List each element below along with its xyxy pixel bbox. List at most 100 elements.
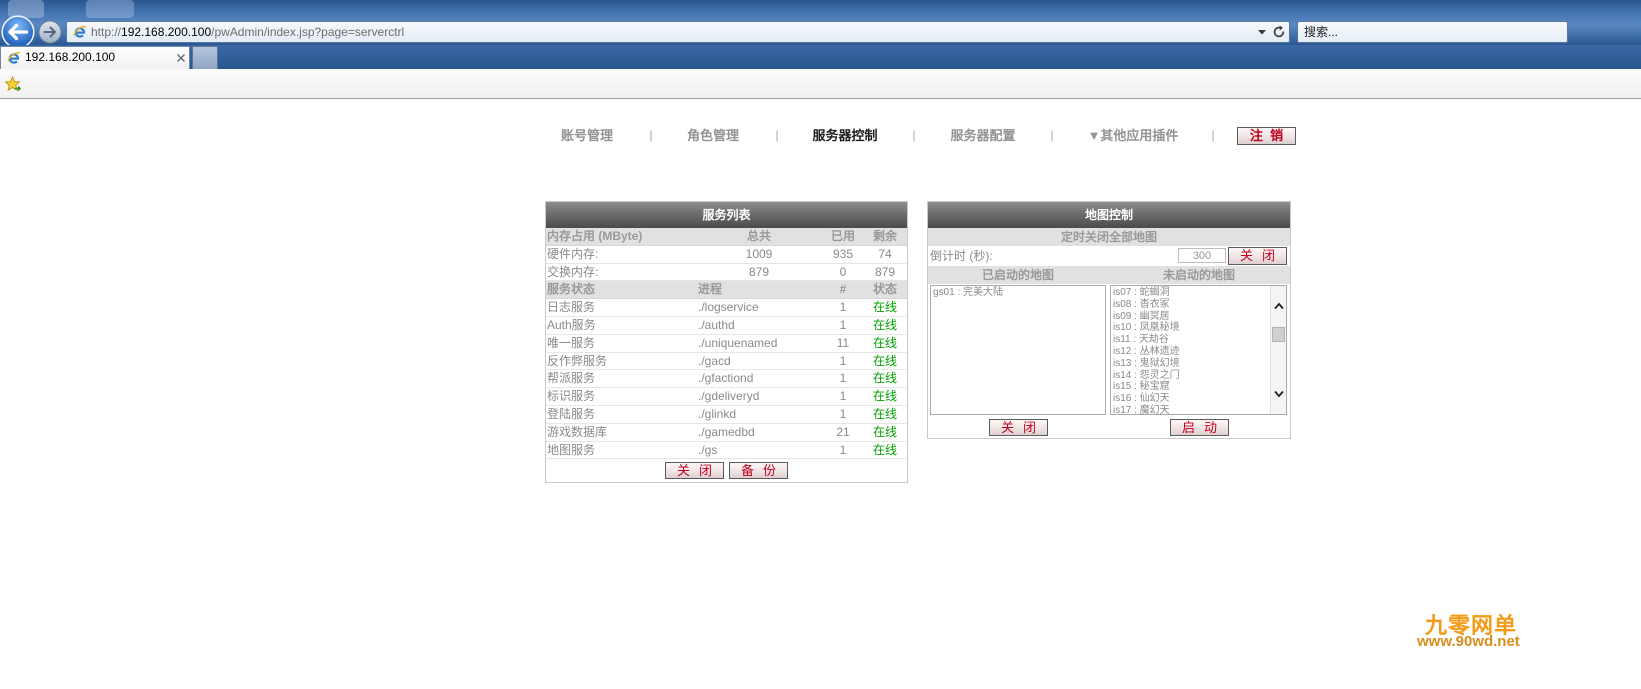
- service-process: ./gs: [698, 442, 718, 457]
- timed-close-title: 定时关闭全部地图: [928, 228, 1290, 246]
- close-map-button[interactable]: 关闭: [989, 419, 1048, 436]
- memory-total-header: 总共: [746, 229, 771, 243]
- service-row: 标识服务 ./gdeliveryd 1 在线: [546, 388, 907, 406]
- browser-title-bar: http://192.168.200.100/pwAdmin/index.jsp…: [0, 0, 1641, 49]
- list-item[interactable]: is11 : 天劫谷: [1111, 334, 1286, 346]
- memory-used: 0: [839, 264, 847, 279]
- url-path: /pwAdmin/index.jsp?page=serverctrl: [211, 25, 405, 39]
- service-count: 11: [836, 335, 850, 350]
- watermark-url: www.90wd.net: [1417, 633, 1520, 650]
- tab-active[interactable]: 192.168.200.100: [0, 46, 190, 69]
- countdown-label: 倒计时 (秒):: [930, 249, 993, 263]
- start-map-button[interactable]: 启动: [1170, 419, 1229, 436]
- map-lists-header: 已启动的地图 未启动的地图: [928, 266, 1290, 284]
- nav-item-other-plugins[interactable]: ▼其他应用插件: [1068, 127, 1198, 144]
- list-item[interactable]: is08 : 杳衣冢: [1111, 299, 1286, 311]
- started-maps-list[interactable]: gs01 : 完美大陆: [930, 285, 1106, 415]
- backup-button[interactable]: 备份: [729, 462, 788, 480]
- service-count-header: #: [839, 282, 847, 297]
- url-host: 192.168.200.100: [121, 25, 212, 39]
- nav-item-server-config[interactable]: 服务器配置: [933, 127, 1033, 144]
- ie-favicon-icon: [7, 51, 21, 64]
- favorites-star-icon[interactable]: [5, 76, 21, 92]
- service-count: 21: [836, 424, 850, 439]
- back-arrow-icon: [1, 15, 35, 49]
- service-status: 在线: [872, 335, 897, 350]
- service-count: 1: [839, 317, 847, 332]
- forward-button[interactable]: [38, 20, 62, 44]
- list-item[interactable]: is07 : 蛇蝎洞: [1111, 287, 1286, 299]
- list-item[interactable]: is10 : 凤凰秘境: [1111, 322, 1286, 334]
- scroll-down-icon[interactable]: [1273, 386, 1285, 402]
- memory-header-row: 内存占用 (MByte) 总共 已用 剩余: [546, 228, 907, 246]
- stopped-maps-list[interactable]: is07 : 蛇蝎洞 is08 : 杳衣冢 is09 : 幽冥居 is10 : …: [1110, 285, 1287, 415]
- forward-arrow-icon: [38, 20, 62, 44]
- scroll-up-icon[interactable]: [1273, 298, 1285, 314]
- new-tab-button[interactable]: [192, 46, 218, 69]
- nav-item-server-control[interactable]: 服务器控制: [795, 127, 895, 144]
- logout-button[interactable]: 注 销: [1237, 127, 1296, 145]
- service-status: 在线: [872, 317, 897, 332]
- ie-favicon-icon: [73, 25, 87, 38]
- service-process: ./gfactiond: [698, 371, 754, 386]
- nav-separator: |: [775, 128, 779, 142]
- memory-name: 硬件内存:: [547, 246, 599, 261]
- list-scrollbar[interactable]: [1270, 286, 1286, 414]
- list-item[interactable]: gs01 : 完美大陆: [931, 287, 1105, 299]
- list-item[interactable]: is13 : 鬼狱幻境: [1111, 358, 1286, 370]
- stopped-maps-title: 未启动的地图: [1162, 268, 1235, 282]
- service-process: ./authd: [698, 317, 735, 332]
- url-text[interactable]: http://192.168.200.100/pwAdmin/index.jsp…: [91, 22, 404, 42]
- service-list-title: 服务列表: [546, 202, 907, 228]
- service-name: 唯一服务: [547, 335, 596, 350]
- service-status: 在线: [872, 389, 897, 404]
- list-item[interactable]: is16 : 仙幻天: [1111, 393, 1286, 405]
- service-row: 反作弊服务 ./gacd 1 在线: [546, 353, 907, 371]
- service-status: 在线: [872, 406, 897, 421]
- list-item[interactable]: is09 : 幽冥居: [1111, 311, 1286, 323]
- memory-used: 935: [832, 246, 854, 261]
- service-name: Auth服务: [547, 317, 596, 332]
- service-row: Auth服务 ./authd 1 在线: [546, 317, 907, 335]
- memory-total: 1009: [745, 246, 773, 261]
- service-list-panel: 服务列表 内存占用 (MByte) 总共 已用 剩余 硬件内存: 1009 93…: [545, 201, 908, 483]
- list-item[interactable]: is15 : 秘宝窟: [1111, 381, 1286, 393]
- service-name: 帮派服务: [547, 371, 596, 386]
- list-item[interactable]: is17 : 魔幻天: [1111, 405, 1286, 414]
- back-button[interactable]: [1, 15, 35, 49]
- scroll-thumb[interactable]: [1272, 327, 1285, 342]
- memory-row: 交换内存: 879 0 879: [546, 264, 907, 282]
- service-process: ./glinkd: [698, 406, 737, 421]
- memory-free: 879: [874, 264, 896, 279]
- service-name: 标识服务: [547, 389, 596, 404]
- service-status: 在线: [872, 300, 897, 315]
- list-item[interactable]: is12 : 丛林遗迹: [1111, 346, 1286, 358]
- countdown-input[interactable]: [1178, 248, 1226, 263]
- service-count: 1: [839, 353, 847, 368]
- memory-name: 交换内存:: [547, 264, 599, 279]
- service-process: ./uniquenamed: [698, 335, 778, 350]
- tab-strip: [0, 45, 1641, 69]
- address-bar[interactable]: http://192.168.200.100/pwAdmin/index.jsp…: [66, 21, 1290, 43]
- close-icon[interactable]: [176, 53, 186, 63]
- memory-total: 879: [748, 264, 770, 279]
- countdown-close-button[interactable]: 关闭: [1228, 247, 1287, 265]
- close-services-button[interactable]: 关闭: [665, 462, 724, 480]
- dropdown-arrow-icon[interactable]: [1257, 28, 1267, 36]
- memory-row: 硬件内存: 1009 935 74: [546, 246, 907, 264]
- refresh-icon[interactable]: [1272, 25, 1286, 39]
- service-status: 在线: [872, 424, 897, 439]
- search-input[interactable]: 搜索...: [1297, 21, 1568, 43]
- list-item[interactable]: is14 : 怨灵之门: [1111, 370, 1286, 382]
- service-status-header: 状态: [872, 282, 897, 297]
- service-row: 日志服务 ./logservice 1 在线: [546, 299, 907, 317]
- memory-header-label: 内存占用 (MByte): [547, 229, 643, 243]
- nav-item-role-management[interactable]: 角色管理: [673, 127, 753, 144]
- service-process: ./gamedbd: [698, 424, 755, 439]
- nav-item-account-management[interactable]: 账号管理: [547, 127, 627, 144]
- started-maps-title: 已启动的地图: [981, 268, 1054, 282]
- service-count: 1: [839, 300, 847, 315]
- service-count: 1: [839, 389, 847, 404]
- service-count: 1: [839, 371, 847, 386]
- service-row: 帮派服务 ./gfactiond 1 在线: [546, 370, 907, 389]
